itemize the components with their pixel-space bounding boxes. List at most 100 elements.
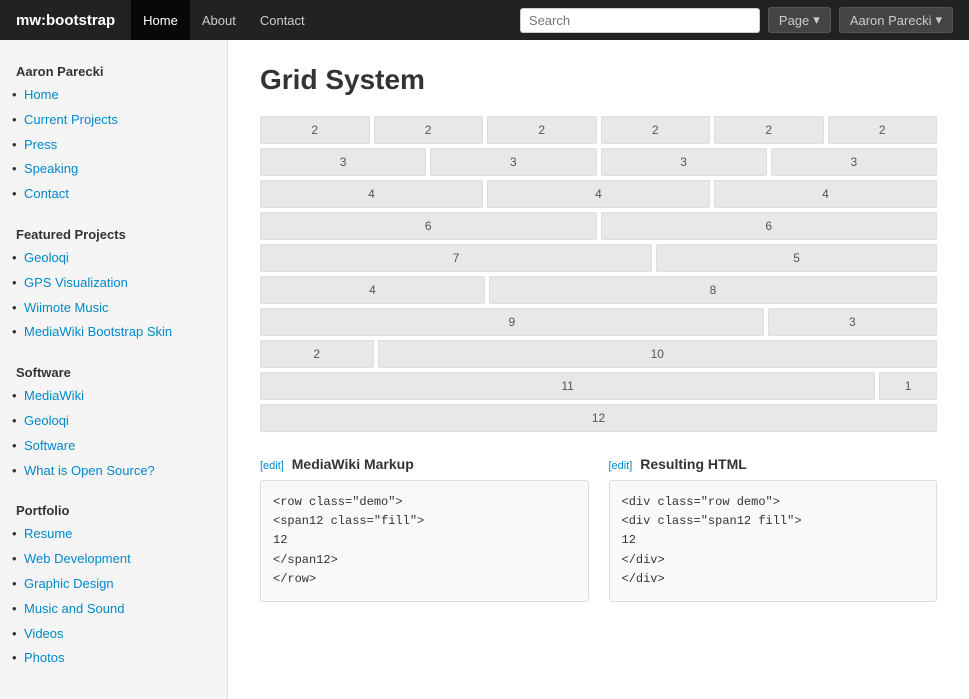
list-item: Wiimote Music — [0, 296, 227, 321]
sidebar-list-aaron: Home Current Projects Press Speaking Con… — [0, 83, 227, 219]
grid-cell: 3 — [768, 308, 937, 336]
resulting-html-code-block: <div class="row demo"> <div class="span1… — [609, 480, 938, 602]
user-button-label: Aaron Parecki — [850, 13, 932, 28]
sidebar-link-geoloqi[interactable]: Geoloqi — [24, 250, 69, 265]
nav-home[interactable]: Home — [131, 0, 190, 40]
grid-cell: 4 — [260, 276, 485, 304]
nav-about[interactable]: About — [190, 0, 248, 40]
grid-cell: 2 — [260, 340, 374, 368]
grid-row-10: 12 — [260, 404, 937, 432]
grid-cell: 10 — [378, 340, 938, 368]
grid-cell: 7 — [260, 244, 652, 272]
grid-cell: 11 — [260, 372, 875, 400]
sidebar-link-gps[interactable]: GPS Visualization — [24, 275, 128, 290]
list-item: Graphic Design — [0, 572, 227, 597]
sidebar-list-software: MediaWiki Geoloqi Software What is Open … — [0, 384, 227, 495]
sidebar-link-music-sound[interactable]: Music and Sound — [24, 601, 124, 616]
grid-cell: 2 — [260, 116, 370, 144]
grid-cell: 6 — [260, 212, 597, 240]
list-item: Software — [0, 434, 227, 459]
sidebar-link-open-source[interactable]: What is Open Source? — [24, 463, 155, 478]
code-sections: [edit] MediaWiki Markup <row class="demo… — [260, 456, 937, 602]
list-item: Geoloqi — [0, 246, 227, 271]
navbar-right: Page ▾ Aaron Parecki ▾ — [520, 7, 953, 33]
sidebar-link-wiimote[interactable]: Wiimote Music — [24, 300, 109, 315]
mediawiki-markup-title: [edit] MediaWiki Markup — [260, 456, 589, 472]
sidebar-list-featured: Geoloqi GPS Visualization Wiimote Music … — [0, 246, 227, 357]
grid-row-7: 9 3 — [260, 308, 937, 336]
sidebar-link-contact[interactable]: Contact — [24, 186, 69, 201]
sidebar-link-geoloqi2[interactable]: Geoloqi — [24, 413, 69, 428]
grid-cell: 3 — [601, 148, 767, 176]
sidebar-link-mediawiki-skin[interactable]: MediaWiki Bootstrap Skin — [24, 324, 172, 339]
resulting-html-title: [edit] Resulting HTML — [609, 456, 938, 472]
grid-cell: 2 — [601, 116, 711, 144]
grid-demo: 2 2 2 2 2 2 3 3 3 3 4 4 4 6 — [260, 116, 937, 432]
resulting-html-edit-link[interactable]: [edit] — [609, 460, 633, 472]
mediawiki-edit-link[interactable]: [edit] — [260, 460, 284, 472]
grid-row-4: 6 6 — [260, 212, 937, 240]
page-button-label: Page — [779, 13, 809, 28]
list-item: What is Open Source? — [0, 459, 227, 484]
sidebar: Aaron Parecki Home Current Projects Pres… — [0, 40, 228, 699]
grid-cell: 5 — [656, 244, 937, 272]
grid-row-3: 4 4 4 — [260, 180, 937, 208]
resulting-html-title-text: Resulting HTML — [640, 456, 747, 472]
grid-cell: 3 — [430, 148, 596, 176]
grid-cell: 9 — [260, 308, 764, 336]
sidebar-section-portfolio: Portfolio — [0, 495, 227, 522]
list-item: Web Development — [0, 547, 227, 572]
sidebar-link-web-dev[interactable]: Web Development — [24, 551, 131, 566]
page-button[interactable]: Page ▾ — [768, 7, 831, 33]
resulting-html-section: [edit] Resulting HTML <div class="row de… — [609, 456, 938, 602]
list-item: Music and Sound — [0, 597, 227, 622]
search-input[interactable] — [520, 8, 760, 33]
sidebar-link-resume[interactable]: Resume — [24, 526, 72, 541]
list-item: MediaWiki Bootstrap Skin — [0, 320, 227, 345]
grid-row-8: 2 10 — [260, 340, 937, 368]
sidebar-link-home[interactable]: Home — [24, 87, 59, 102]
mediawiki-markup-section: [edit] MediaWiki Markup <row class="demo… — [260, 456, 589, 602]
sidebar-section-software: Software — [0, 357, 227, 384]
list-item: MediaWiki — [0, 384, 227, 409]
navbar: mw:bootstrap Home About Contact Page ▾ A… — [0, 0, 969, 40]
sidebar-link-photos[interactable]: Photos — [24, 650, 64, 665]
layout: Aaron Parecki Home Current Projects Pres… — [0, 40, 969, 699]
grid-cell: 1 — [879, 372, 937, 400]
sidebar-link-graphic-design[interactable]: Graphic Design — [24, 576, 114, 591]
mediawiki-code-block: <row class="demo"> <span12 class="fill">… — [260, 480, 589, 602]
sidebar-link-software[interactable]: Software — [24, 438, 75, 453]
sidebar-section-featured: Featured Projects — [0, 219, 227, 246]
grid-cell: 3 — [260, 148, 426, 176]
list-item: Speaking — [0, 157, 227, 182]
list-item: Press — [0, 133, 227, 158]
sidebar-link-mediawiki[interactable]: MediaWiki — [24, 388, 84, 403]
list-item: Home — [0, 83, 227, 108]
grid-cell: 2 — [714, 116, 824, 144]
grid-cell: 4 — [487, 180, 710, 208]
list-item: Resume — [0, 522, 227, 547]
user-button[interactable]: Aaron Parecki ▾ — [839, 7, 953, 33]
list-item: GPS Visualization — [0, 271, 227, 296]
grid-cell: 4 — [260, 180, 483, 208]
sidebar-link-speaking[interactable]: Speaking — [24, 161, 78, 176]
grid-row-6: 4 8 — [260, 276, 937, 304]
list-item: Contact — [0, 182, 227, 207]
list-item: Current Projects — [0, 108, 227, 133]
nav-contact[interactable]: Contact — [248, 0, 317, 40]
mediawiki-title-text: MediaWiki Markup — [292, 456, 414, 472]
grid-row-9: 11 1 — [260, 372, 937, 400]
grid-row-5: 7 5 — [260, 244, 937, 272]
grid-cell: 2 — [828, 116, 938, 144]
page-chevron-icon: ▾ — [813, 12, 820, 28]
sidebar-link-videos[interactable]: Videos — [24, 626, 64, 641]
sidebar-link-press[interactable]: Press — [24, 137, 57, 152]
brand-logo[interactable]: mw:bootstrap — [16, 12, 127, 29]
grid-row-2: 3 3 3 3 — [260, 148, 937, 176]
nav-links: Home About Contact — [131, 0, 316, 40]
sidebar-link-current-projects[interactable]: Current Projects — [24, 112, 118, 127]
grid-cell: 3 — [771, 148, 937, 176]
page-title: Grid System — [260, 64, 937, 96]
grid-cell: 12 — [260, 404, 937, 432]
grid-cell: 2 — [487, 116, 597, 144]
